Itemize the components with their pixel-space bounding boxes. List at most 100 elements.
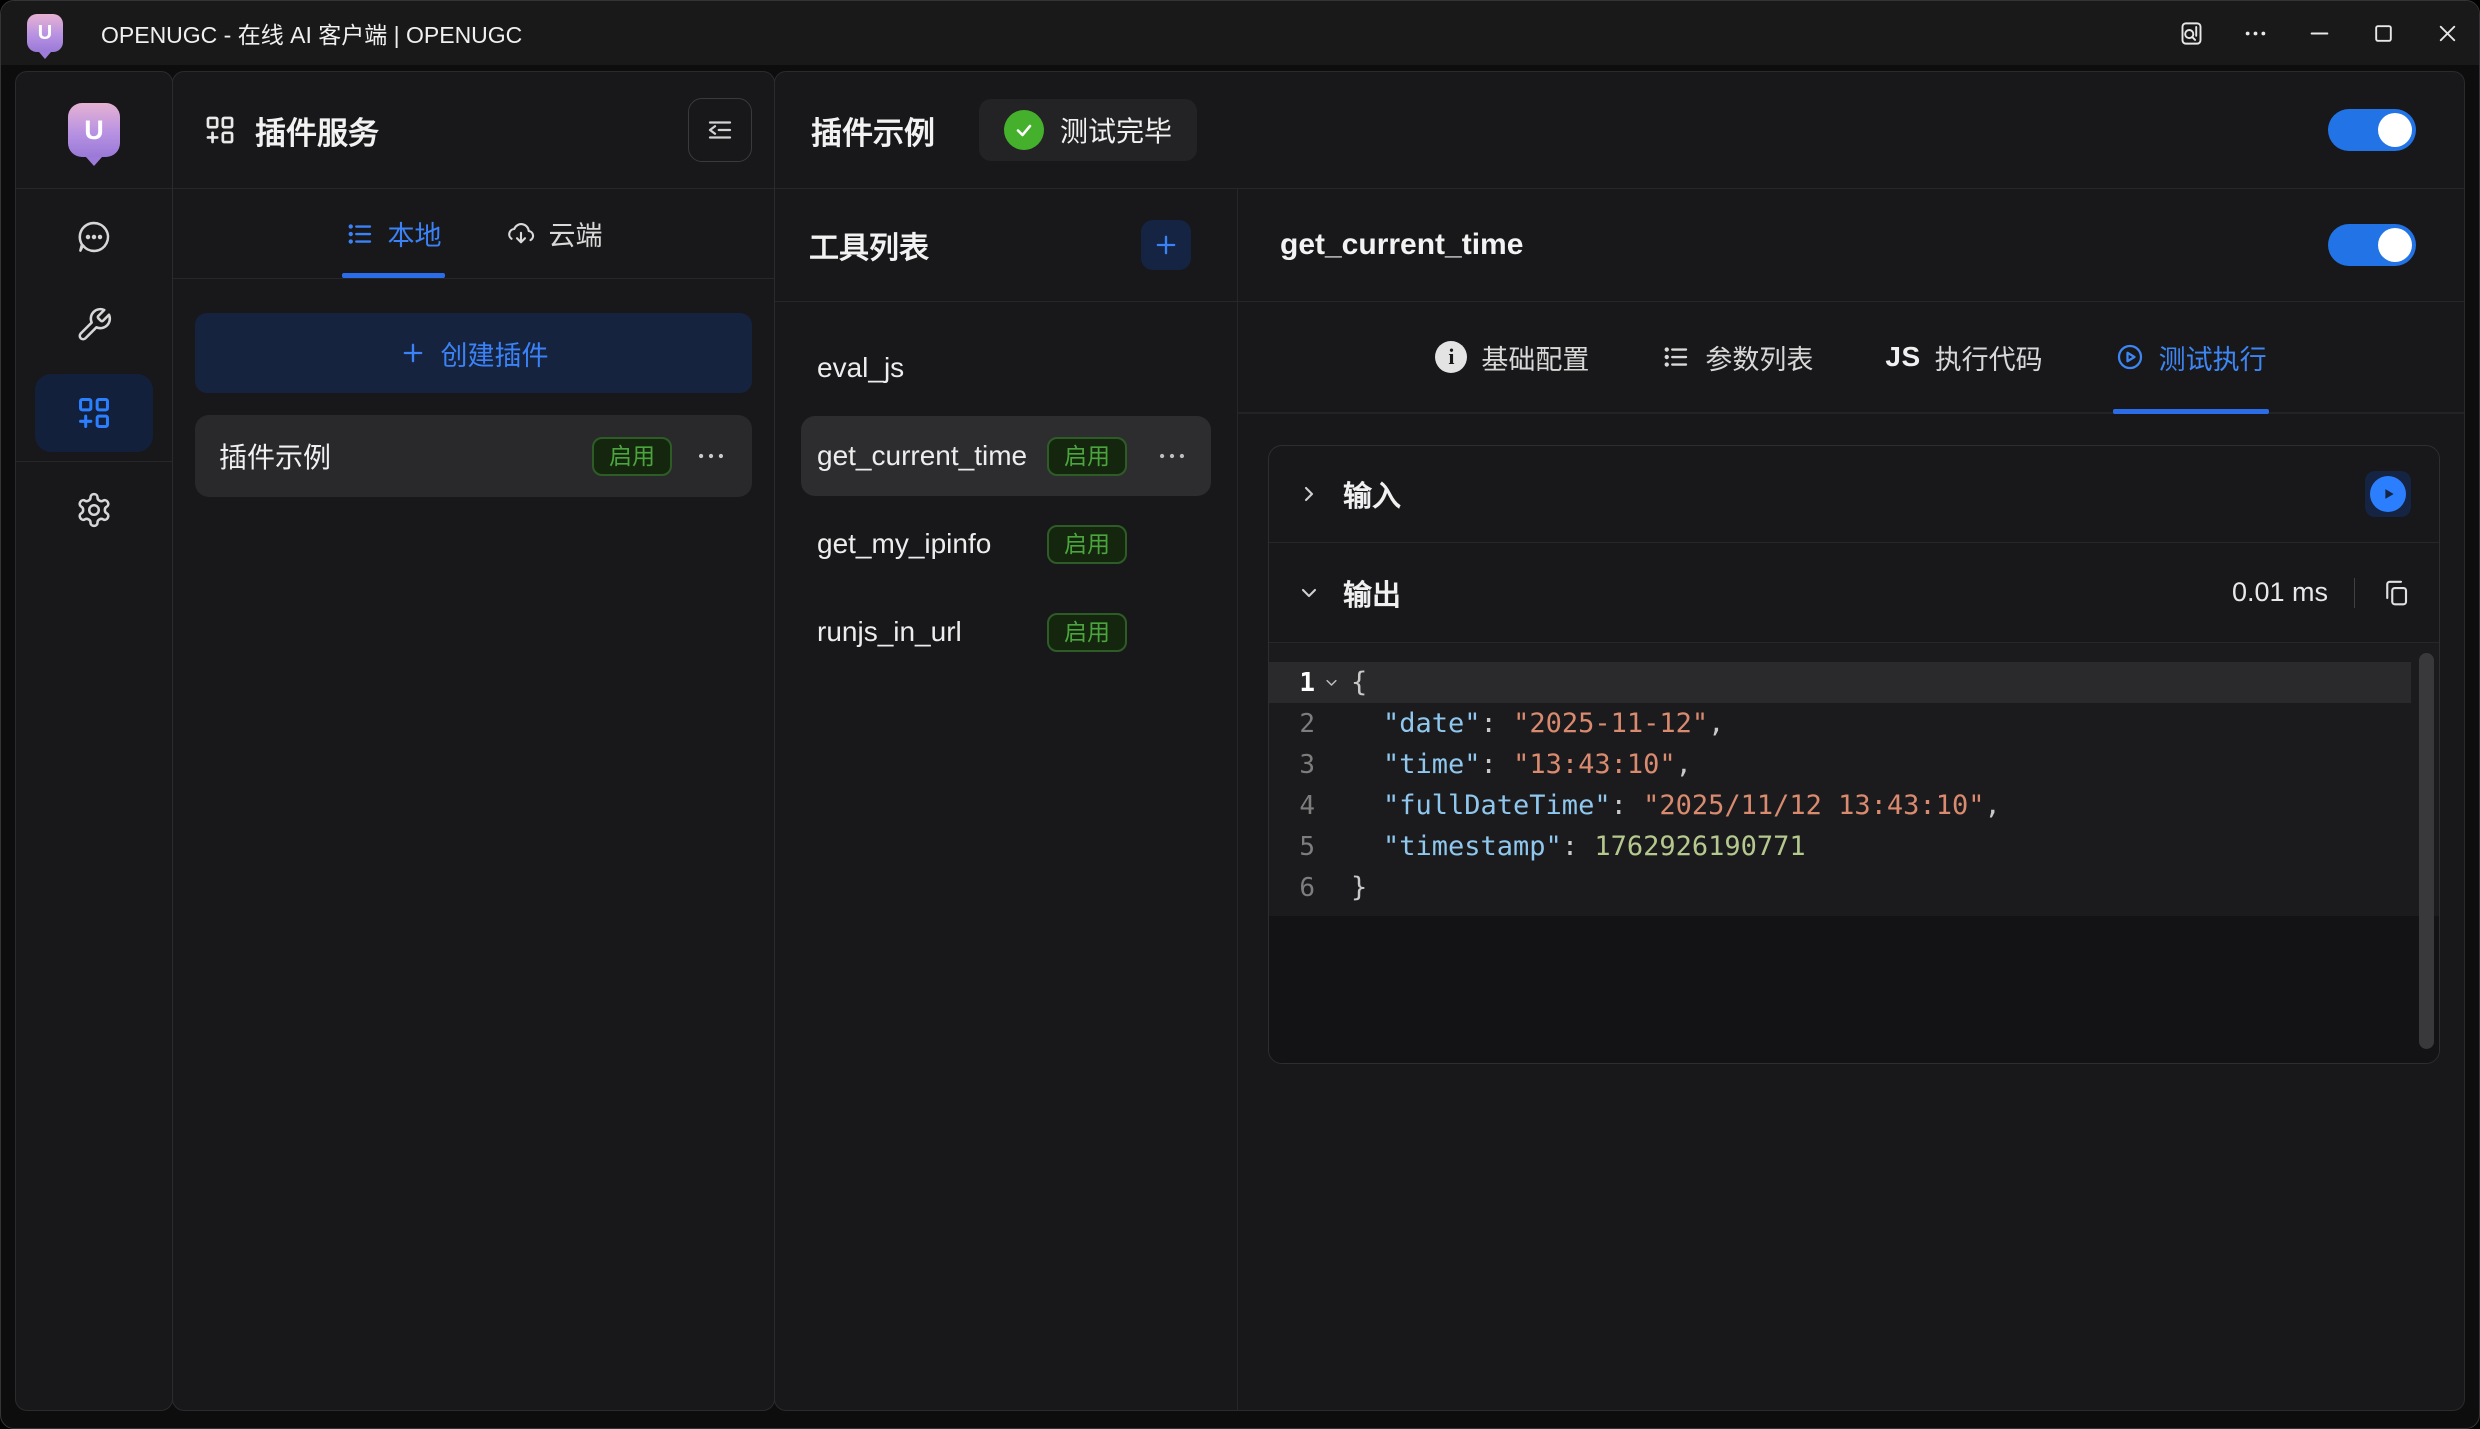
app-logo-large[interactable]: U: [68, 103, 120, 157]
chevron-right-icon: [1297, 482, 1321, 506]
toggle-knob: [2378, 113, 2412, 147]
code-text: }: [1347, 872, 1367, 903]
fold-toggle-icon[interactable]: [1315, 675, 1347, 690]
minimize-button[interactable]: [2287, 1, 2351, 65]
tool-list-title: 工具列表: [809, 223, 929, 267]
play-circle-icon: [2115, 342, 2145, 372]
enabled-badge: 启用: [592, 437, 672, 476]
sidebar: U: [15, 71, 173, 1411]
gear-icon: [75, 491, 113, 529]
code-text: "date": "2025-11-12",: [1347, 708, 1724, 739]
app-window: U OPENUGC - 在线 AI 客户端 | OPENUGC U: [0, 0, 2480, 1429]
cloud-download-icon: [506, 219, 536, 249]
json-output: 1 { 2 "date": "2025-11-12",: [1269, 643, 2439, 916]
output-code-editor: 1 { 2 "date": "2025-11-12",: [1269, 643, 2439, 1063]
ellipsis-icon: [2242, 20, 2269, 47]
plugin-list-item[interactable]: 插件示例 启用: [195, 415, 752, 497]
output-section-header[interactable]: 输出 0.01 ms: [1269, 543, 2439, 643]
code-line: 6 }: [1269, 867, 2411, 908]
code-line: 4 "fullDateTime": "2025/11/12 13:43:10",: [1269, 785, 2411, 826]
plugin-panel-header: 插件服务: [173, 72, 774, 189]
tab-parameter-list[interactable]: 参数列表: [1661, 302, 1813, 412]
code-text: "time": "13:43:10",: [1347, 749, 1692, 780]
tool-list-header: 工具列表: [775, 189, 1237, 302]
plugin-grid-icon: [203, 113, 237, 147]
status-text: 测试完毕: [1060, 110, 1172, 150]
tool-list-item[interactable]: get_my_ipinfo 启用: [801, 504, 1211, 584]
sidebar-item-plugins[interactable]: [35, 374, 153, 452]
tab-local[interactable]: 本地: [345, 189, 442, 278]
tab-label: 基础配置: [1481, 338, 1589, 377]
tab-basic-config[interactable]: i 基础配置: [1435, 302, 1589, 412]
tab-label: 执行代码: [1935, 338, 2043, 377]
output-section-label: 输出: [1343, 572, 1401, 614]
sidebar-nav: [16, 189, 172, 462]
close-button[interactable]: [2415, 1, 2479, 65]
list-icon: [1661, 342, 1691, 372]
more-menu-button[interactable]: [2223, 1, 2287, 65]
plugin-detail-panel: 插件示例 测试完毕 工具列表: [774, 71, 2465, 1411]
window-title: OPENUGC - 在线 AI 客户端 | OPENUGC: [101, 16, 522, 50]
add-tool-button[interactable]: [1141, 220, 1191, 270]
line-number: 5: [1269, 832, 1315, 862]
plugin-source-tabs: 本地 云端: [173, 189, 774, 279]
tool-list-item-selected[interactable]: get_current_time 启用: [801, 416, 1211, 496]
plugin-name: 插件示例: [219, 436, 592, 476]
tab-local-label: 本地: [388, 214, 442, 253]
tool-name: eval_js: [817, 352, 1047, 384]
tab-cloud[interactable]: 云端: [506, 189, 603, 278]
find-in-page-button[interactable]: [2159, 1, 2223, 65]
tab-execute-code[interactable]: JS 执行代码: [1885, 302, 2042, 412]
check-circle-icon: [1004, 110, 1044, 150]
tool-detail-panel: get_current_time i 基础配置 参数列表: [1238, 189, 2464, 1410]
collapse-panel-icon: [705, 115, 735, 145]
plugin-enabled-toggle[interactable]: [2328, 109, 2416, 151]
scrollbar-thumb[interactable]: [2419, 653, 2434, 1049]
input-section-header[interactable]: 输入: [1269, 446, 2439, 543]
code-line: 1 {: [1269, 662, 2411, 703]
code-text: "fullDateTime": "2025/11/12 13:43:10",: [1347, 790, 2001, 821]
status-badge: 测试完毕: [979, 99, 1197, 161]
more-dots-icon: [1155, 439, 1189, 473]
tool-name: get_current_time: [817, 440, 1047, 472]
plugin-detail-body: 工具列表 eval_js get_current_time 启用: [775, 189, 2464, 1410]
tool-detail-header: get_current_time: [1238, 189, 2464, 302]
tool-list-item[interactable]: eval_js: [801, 328, 1211, 408]
run-test-button[interactable]: [2365, 471, 2411, 517]
sidebar-item-tools[interactable]: [35, 286, 153, 364]
tool-name: runjs_in_url: [817, 616, 1047, 648]
line-number: 1: [1269, 668, 1315, 698]
app-logo-letter: U: [38, 22, 52, 45]
play-icon: [2370, 476, 2406, 512]
tab-label: 参数列表: [1705, 338, 1813, 377]
sidebar-logo-cell: U: [16, 72, 172, 189]
chevron-down-icon: [1297, 581, 1321, 605]
sidebar-item-settings[interactable]: [35, 471, 153, 549]
enabled-badge: 启用: [1047, 437, 1127, 476]
tab-test-run[interactable]: 测试执行: [2115, 302, 2267, 412]
maximize-button[interactable]: [2351, 1, 2415, 65]
copy-output-button[interactable]: [2381, 578, 2411, 608]
tool-enabled-toggle[interactable]: [2328, 224, 2416, 266]
tool-more-button[interactable]: [1155, 439, 1189, 473]
more-dots-icon: [694, 439, 728, 473]
js-icon: JS: [1885, 341, 1920, 373]
line-number: 3: [1269, 750, 1315, 780]
plugin-grid-icon: [75, 394, 113, 432]
sidebar-bottom: [16, 462, 172, 549]
titlebar: U OPENUGC - 在线 AI 客户端 | OPENUGC: [1, 1, 2479, 65]
plugin-services-panel: 插件服务 本地 云端 创建插件: [172, 71, 775, 1411]
sidebar-item-chat[interactable]: [35, 198, 153, 276]
window-controls: [2159, 1, 2479, 65]
plugin-more-button[interactable]: [694, 439, 728, 473]
plus-icon: [1152, 231, 1180, 259]
line-number: 6: [1269, 873, 1315, 903]
toggle-knob: [2378, 228, 2412, 262]
wrench-icon: [75, 306, 113, 344]
collapse-panel-button[interactable]: [688, 98, 752, 162]
tool-detail-title: get_current_time: [1280, 228, 1523, 262]
tool-list-item[interactable]: runjs_in_url 启用: [801, 592, 1211, 672]
line-number: 4: [1269, 791, 1315, 821]
tool-name: get_my_ipinfo: [817, 528, 1047, 560]
create-plugin-button[interactable]: 创建插件: [195, 313, 752, 393]
